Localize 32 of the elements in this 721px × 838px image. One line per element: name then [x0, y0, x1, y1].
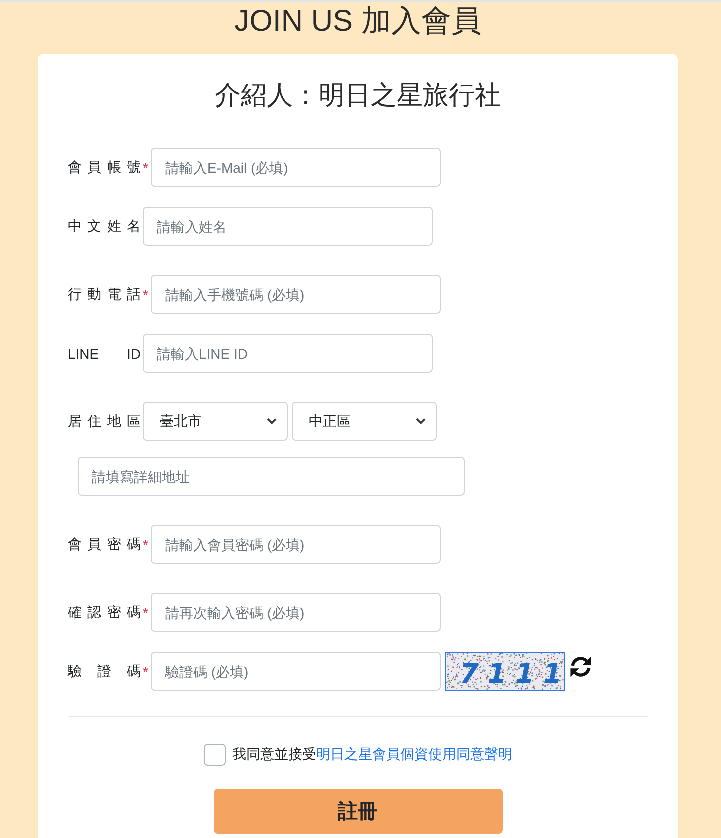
- agreement-text: 我同意並接受明日之星會員個資使用同意聲明: [232, 746, 512, 764]
- captcha-field[interactable]: 驗證碼 (必填): [151, 652, 442, 691]
- select-field[interactable]: 中正區: [292, 402, 437, 441]
- address-field[interactable]: 請填寫詳細地址: [78, 457, 465, 496]
- required-mark: *: [143, 664, 148, 680]
- form-heading: 介紹人：明日之星旅行社: [215, 80, 501, 111]
- required-mark: *: [143, 604, 148, 620]
- required-mark: *: [143, 286, 148, 302]
- input-field[interactable]: 請輸入會員密碼 (必填): [151, 525, 442, 564]
- form-label: 中文姓名: [68, 218, 141, 236]
- chevron-down-icon: [267, 418, 277, 425]
- refresh-icon[interactable]: [568, 654, 594, 680]
- page-title: JOIN US 加入會員: [234, 4, 482, 40]
- privacy-statement-link[interactable]: 明日之星會員個資使用同意聲明: [316, 746, 512, 762]
- form-label: 驗證碼: [68, 662, 141, 680]
- input-field[interactable]: 請輸入LINE ID: [143, 334, 433, 373]
- form-label: 居住地區: [68, 412, 141, 430]
- input-field[interactable]: 請輸入手機號碼 (必填): [151, 275, 442, 314]
- register-button[interactable]: 註冊: [214, 789, 502, 834]
- form-label: LINE ID: [68, 346, 141, 362]
- input-field[interactable]: 請輸入E-Mail (必填): [151, 148, 442, 187]
- form-label: 會員密碼: [68, 536, 141, 554]
- form-label: 會員帳號: [68, 158, 141, 176]
- form-label: 行動電話: [68, 286, 141, 304]
- required-mark: *: [143, 160, 148, 176]
- input-field[interactable]: 請輸入姓名: [143, 207, 433, 246]
- required-mark: *: [143, 536, 148, 552]
- input-field[interactable]: 請再次輸入密碼 (必填): [151, 593, 442, 632]
- select-field[interactable]: 臺北市: [143, 402, 288, 441]
- agreement-checkbox[interactable]: [204, 744, 226, 766]
- chevron-down-icon: [416, 418, 426, 425]
- form-label: 確認密碼: [68, 604, 141, 622]
